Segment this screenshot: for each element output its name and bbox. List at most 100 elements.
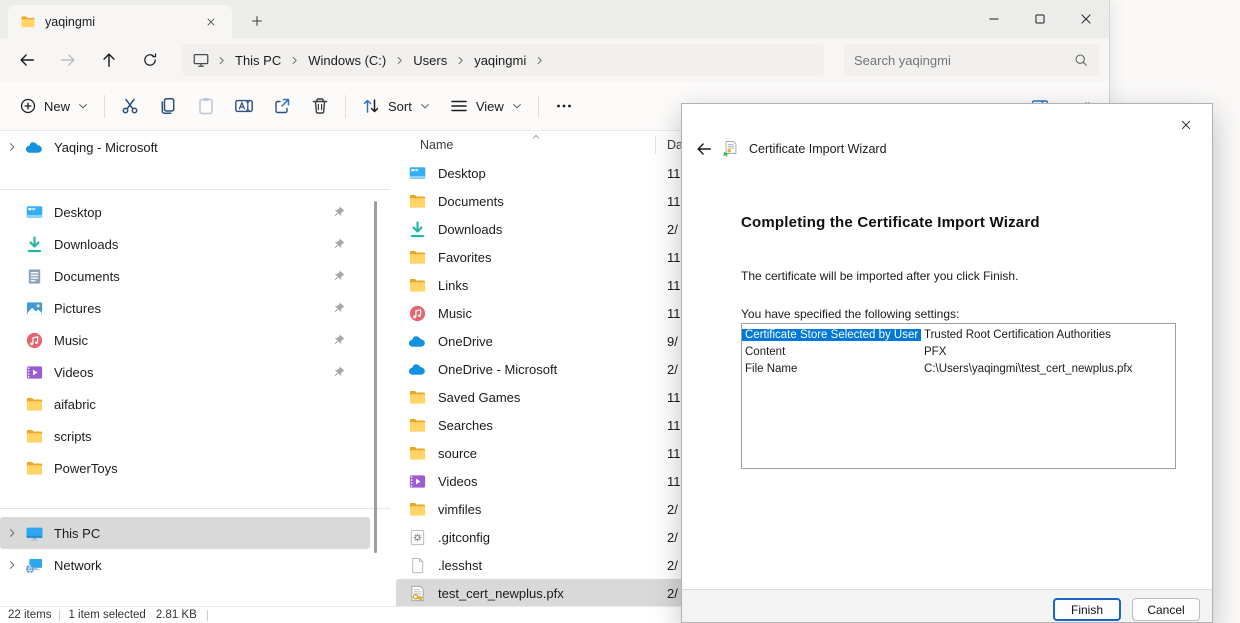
settings-row[interactable]: Content PFX [742, 343, 1175, 360]
toolbar-divider [538, 95, 539, 118]
certificate-file-icon [408, 584, 427, 603]
gear-file-icon [408, 528, 427, 547]
file-date-modified: 11 [667, 418, 681, 433]
column-divider[interactable] [655, 136, 656, 154]
sidebar-item[interactable]: scripts [0, 420, 370, 452]
breadcrumb-item[interactable]: Users [405, 53, 466, 68]
settings-row[interactable]: File Name C:\Users\yaqingmi\test_cert_ne… [742, 360, 1175, 377]
breadcrumb-item[interactable]: Windows (C:) [300, 53, 405, 68]
sidebar-divider [0, 189, 390, 190]
tab-yaqingmi[interactable]: yaqingmi [8, 5, 232, 38]
up-button[interactable] [92, 43, 126, 77]
settings-row[interactable]: Certificate Store Selected by User Trust… [742, 326, 1175, 343]
cancel-button[interactable]: Cancel [1132, 598, 1200, 621]
close-icon [1178, 117, 1194, 133]
music-icon [408, 304, 427, 323]
delete-button[interactable] [301, 89, 339, 123]
file-name: OneDrive - Microsoft [438, 362, 557, 377]
setting-value: Trusted Root Certification Authorities [921, 329, 1111, 341]
paste-button[interactable] [187, 89, 225, 123]
new-button[interactable]: New [10, 89, 98, 123]
chevron-down-icon [419, 100, 431, 112]
certificate-import-wizard-dialog: Certificate Import Wizard Completing the… [681, 103, 1213, 623]
minimize-button[interactable] [971, 0, 1017, 38]
chevron-right-icon[interactable] [2, 141, 22, 153]
column-header-name[interactable]: Name [420, 138, 453, 152]
back-arrow-icon[interactable] [695, 140, 713, 158]
file-date-modified: 2/ [667, 362, 678, 377]
folder-icon [25, 395, 44, 414]
close-icon [1077, 10, 1095, 28]
pin-icon [332, 237, 346, 251]
finish-button[interactable]: Finish [1053, 598, 1121, 621]
file-date-modified: 11 [667, 194, 681, 209]
folder-icon [408, 388, 427, 407]
cut-button[interactable] [111, 89, 149, 123]
chevron-right-icon[interactable] [2, 527, 22, 539]
back-button[interactable] [10, 43, 44, 77]
search-input[interactable] [854, 53, 1073, 68]
tab-bar: yaqingmi [0, 0, 1109, 38]
view-button[interactable]: View [440, 89, 532, 123]
file-date-modified: 9/ [667, 334, 678, 349]
statusbar-divider [207, 610, 208, 621]
up-arrow-icon [100, 51, 118, 69]
sidebar-item[interactable]: Videos [0, 356, 370, 388]
search-box[interactable] [844, 44, 1099, 76]
dialog-footer: Finish Cancel [682, 589, 1212, 622]
refresh-button[interactable] [133, 43, 167, 77]
sort-label: Sort [388, 99, 412, 114]
sidebar-item-label: Documents [54, 269, 120, 284]
pin-icon [332, 333, 346, 347]
maximize-icon [1031, 10, 1049, 28]
sidebar-item[interactable]: Documents [0, 260, 370, 292]
share-button[interactable] [263, 89, 301, 123]
new-tab-button[interactable] [244, 8, 270, 34]
toolbar-divider [345, 95, 346, 118]
copy-button[interactable] [149, 89, 187, 123]
folder-icon [408, 276, 427, 295]
more-options-button[interactable] [545, 89, 583, 123]
tab-title: yaqingmi [45, 15, 95, 29]
onedrive-icon [408, 360, 427, 379]
desktop-icon [25, 203, 44, 222]
sidebar-item-label: This PC [54, 526, 100, 541]
videos-icon [408, 472, 427, 491]
chevron-right-icon [216, 55, 227, 66]
file-name: Desktop [438, 166, 486, 181]
tab-close-button[interactable] [200, 11, 222, 33]
sidebar-item[interactable]: aifabric [0, 388, 370, 420]
rename-button[interactable] [225, 89, 263, 123]
settings-table[interactable]: Certificate Store Selected by User Trust… [741, 323, 1176, 469]
file-name: vimfiles [438, 502, 481, 517]
sidebar-item[interactable]: Desktop [0, 196, 370, 228]
close-button[interactable] [1063, 0, 1109, 38]
sidebar-item-label: Videos [54, 365, 94, 380]
file-name: Videos [438, 474, 478, 489]
sidebar-item-account[interactable]: Yaqing - Microsoft [0, 131, 370, 163]
sidebar-item[interactable]: PowerToys [0, 452, 370, 484]
sort-button[interactable]: Sort [352, 89, 440, 123]
sidebar-item-label: Desktop [54, 205, 102, 220]
sidebar-item[interactable]: Music [0, 324, 370, 356]
maximize-button[interactable] [1017, 0, 1063, 38]
chevron-down-icon [77, 100, 89, 112]
dialog-close-button[interactable] [1172, 111, 1199, 138]
forward-button[interactable] [51, 43, 85, 77]
file-date-modified: 11 [667, 166, 681, 181]
sidebar-item[interactable]: Pictures [0, 292, 370, 324]
sidebar-item[interactable]: Downloads [0, 228, 370, 260]
forward-arrow-icon [59, 51, 77, 69]
sidebar-item[interactable]: This PC [0, 517, 370, 549]
breadcrumb-label: yaqingmi [466, 53, 534, 68]
breadcrumb-item[interactable]: This PC [227, 53, 300, 68]
sidebar-scrollbar[interactable] [374, 201, 377, 553]
search-icon [1073, 52, 1089, 68]
folder-icon [408, 248, 427, 267]
navigation-pane: Yaqing - Microsoft Desktop Downloads [0, 131, 390, 606]
breadcrumb-item[interactable]: yaqingmi [466, 53, 545, 68]
chevron-right-icon[interactable] [2, 559, 22, 571]
file-name: source [438, 446, 477, 461]
breadcrumb[interactable]: This PC Windows (C:) Users yaqingmi [182, 44, 824, 76]
sidebar-item[interactable]: Network [0, 549, 370, 581]
